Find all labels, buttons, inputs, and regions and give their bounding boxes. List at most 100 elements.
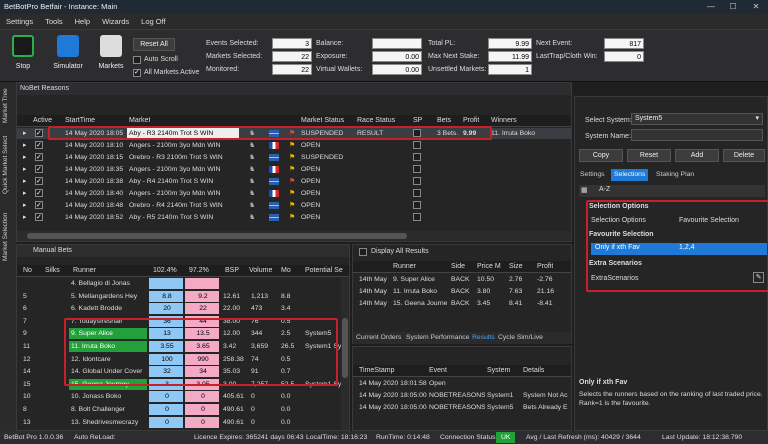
market-active-checkbox[interactable] [35, 176, 43, 187]
market-active-checkbox[interactable] [35, 164, 43, 175]
market-row[interactable]: ▸ 14 May 2020 18:15 Orebro - R3 2100m Trot… [17, 152, 571, 163]
col-potential[interactable]: Potential Se [303, 265, 347, 276]
log-row[interactable]: 14 May 2020 18:01:58 Open [353, 378, 571, 389]
result-row[interactable]: 14th May 11. Irruta Boko BACK 3.80 7.63 21.16 [353, 286, 571, 297]
market-row[interactable]: ▸ 14 May 2020 18:10 Angers - 2100m 3yo Mdn… [17, 140, 571, 151]
tab-market-selection[interactable]: Market Selection [2, 207, 14, 267]
close-icon[interactable]: ✕ [745, 0, 767, 14]
col-winners[interactable]: Winners [489, 115, 517, 126]
markets-button[interactable]: Markets [92, 33, 130, 79]
markets-hscrollbar[interactable] [17, 231, 571, 241]
col-silks[interactable]: Silks [43, 265, 60, 276]
lay-price[interactable]: 0 [185, 391, 219, 403]
col-active[interactable]: Active [31, 115, 52, 126]
menu-tools[interactable]: Tools [39, 14, 69, 30]
runner-row[interactable]: 13 13. Shedrivesmecrazy 0 0 490.61 0 0.0 [17, 416, 341, 428]
flag-marker-icon[interactable]: ⚑ [287, 188, 295, 199]
expand-icon[interactable]: ▸ [21, 176, 26, 187]
sp-checkbox[interactable] [413, 201, 421, 209]
market-active-checkbox[interactable] [35, 200, 43, 211]
col-event[interactable]: Event [427, 365, 447, 376]
market-row[interactable]: ▸ 14 May 2020 18:48 Orebro - R4 2140m Trot… [17, 200, 571, 211]
expand-icon[interactable]: ▸ [21, 164, 26, 175]
lay-price[interactable]: 9.2 [185, 290, 219, 302]
reset-button[interactable]: Reset [627, 149, 671, 162]
runner-row[interactable]: 8 8. Bolt Challenger 0 0 490.61 0 0.0 [17, 404, 341, 415]
sp-checkbox[interactable] [413, 165, 421, 173]
col-result-profit[interactable]: Profit [535, 261, 553, 272]
col-volume[interactable]: Volume [247, 265, 272, 276]
result-row[interactable]: 14th May 9. Super Alice BACK 10.50 2.76 -2.76 [353, 274, 571, 285]
expand-icon[interactable]: ▸ [21, 152, 26, 163]
market-active-checkbox[interactable] [35, 128, 43, 139]
minimize-icon[interactable]: — [700, 0, 722, 14]
col-race-status[interactable]: Race Status [355, 115, 395, 126]
flag-marker-icon[interactable]: ⚑ [287, 152, 295, 163]
col-size[interactable]: Size [507, 261, 523, 272]
display-all-results-checkbox[interactable] [359, 248, 367, 256]
lay-price[interactable]: 0 [185, 404, 219, 415]
lay-price[interactable]: 22 [185, 303, 219, 315]
col-sp[interactable]: SP [411, 115, 422, 126]
col-mo[interactable]: Mo [279, 265, 291, 276]
back-price[interactable]: 8.8 [149, 290, 183, 302]
expand-icon[interactable]: ▸ [21, 200, 26, 211]
menu-help[interactable]: Help [69, 14, 96, 30]
col-result-runner[interactable]: Runner [391, 261, 416, 272]
lay-price[interactable] [185, 278, 219, 289]
col-market-status[interactable]: Market Status [299, 115, 344, 126]
expand-icon[interactable]: ▸ [21, 188, 26, 199]
log-row[interactable]: 14 May 2020 18:05:00 NOBETREASONS System5 B… [353, 402, 571, 413]
manual-bets-vscrollbar[interactable] [341, 278, 349, 430]
flag-marker-icon[interactable]: ⚑ [287, 176, 295, 187]
flag-marker-icon[interactable]: ⚑ [287, 164, 295, 175]
sp-checkbox[interactable] [413, 177, 421, 185]
runner-row[interactable]: 4. Bellagio di Jonas [17, 278, 341, 289]
tab-staking-plan[interactable]: Staking Plan [653, 169, 697, 181]
copy-button[interactable]: Copy [579, 149, 623, 162]
col-no[interactable]: No [21, 265, 32, 276]
tab-settings[interactable]: Settings [577, 169, 608, 181]
back-price[interactable]: 0 [149, 404, 183, 415]
maximize-icon[interactable]: ☐ [722, 0, 744, 14]
expand-icon[interactable]: ▸ [21, 128, 26, 139]
tab-quick-market-select[interactable]: Quick Market Select [2, 130, 14, 200]
col-system[interactable]: System [485, 365, 510, 376]
tab-results[interactable]: Results [469, 332, 498, 344]
flag-marker-icon[interactable]: ⚑ [287, 212, 295, 223]
tab-cycle-sim-live[interactable]: Cycle Sim/Live [495, 332, 546, 344]
sp-checkbox[interactable] [413, 189, 421, 197]
grid-icon[interactable]: ▦ [581, 186, 588, 194]
delete-button[interactable]: Delete [723, 149, 765, 162]
market-row[interactable]: ▸ 14 May 2020 18:38 Aby - R4 2140m Trot S … [17, 176, 571, 187]
col-price[interactable]: Price M [475, 261, 501, 272]
market-active-checkbox[interactable] [35, 212, 43, 223]
menu-wizards[interactable]: Wizards [96, 14, 135, 30]
col-side[interactable]: Side [449, 261, 465, 272]
expand-icon[interactable]: ▸ [21, 140, 26, 151]
tab-current-orders[interactable]: Current Orders [353, 332, 404, 344]
menu-log-off[interactable]: Log Off [135, 14, 171, 30]
market-active-checkbox[interactable] [35, 152, 43, 163]
col-timestamp[interactable]: TimeStamp [357, 365, 395, 376]
sp-checkbox[interactable] [413, 141, 421, 149]
runner-row[interactable]: 6 6. Kadett Brodde 20 22 22.00 473 3.4 [17, 303, 341, 315]
tab-selections[interactable]: Selections [611, 169, 649, 181]
auto-scroll-checkbox[interactable] [133, 56, 141, 64]
market-row[interactable]: ▸ 14 May 2020 18:35 Angers - 2100m 3yo Mdn… [17, 164, 571, 175]
stop-button[interactable]: Stop [4, 33, 42, 79]
col-details[interactable]: Details [521, 365, 544, 376]
market-active-checkbox[interactable] [35, 188, 43, 199]
col-lay-book[interactable]: 97.2% [187, 265, 209, 276]
log-row[interactable]: 14 May 2020 18:05:00 NOBETREASONS System1 S… [353, 390, 571, 401]
sp-checkbox[interactable] [413, 213, 421, 221]
flag-marker-icon[interactable]: ⚑ [287, 140, 295, 151]
flag-marker-icon[interactable]: ⚑ [287, 200, 295, 211]
sp-checkbox[interactable] [413, 153, 421, 161]
expand-icon[interactable]: ▸ [21, 212, 26, 223]
result-row[interactable]: 14th May 15. Geena Journey BACK 3.45 8.41 -8.… [353, 298, 571, 309]
lay-price[interactable]: 0 [185, 416, 219, 428]
simulator-button[interactable]: Simulator [48, 33, 88, 79]
select-system-dropdown[interactable]: System5 ▾ [631, 113, 763, 125]
tab-market-tree[interactable]: Market Tree [2, 86, 14, 126]
